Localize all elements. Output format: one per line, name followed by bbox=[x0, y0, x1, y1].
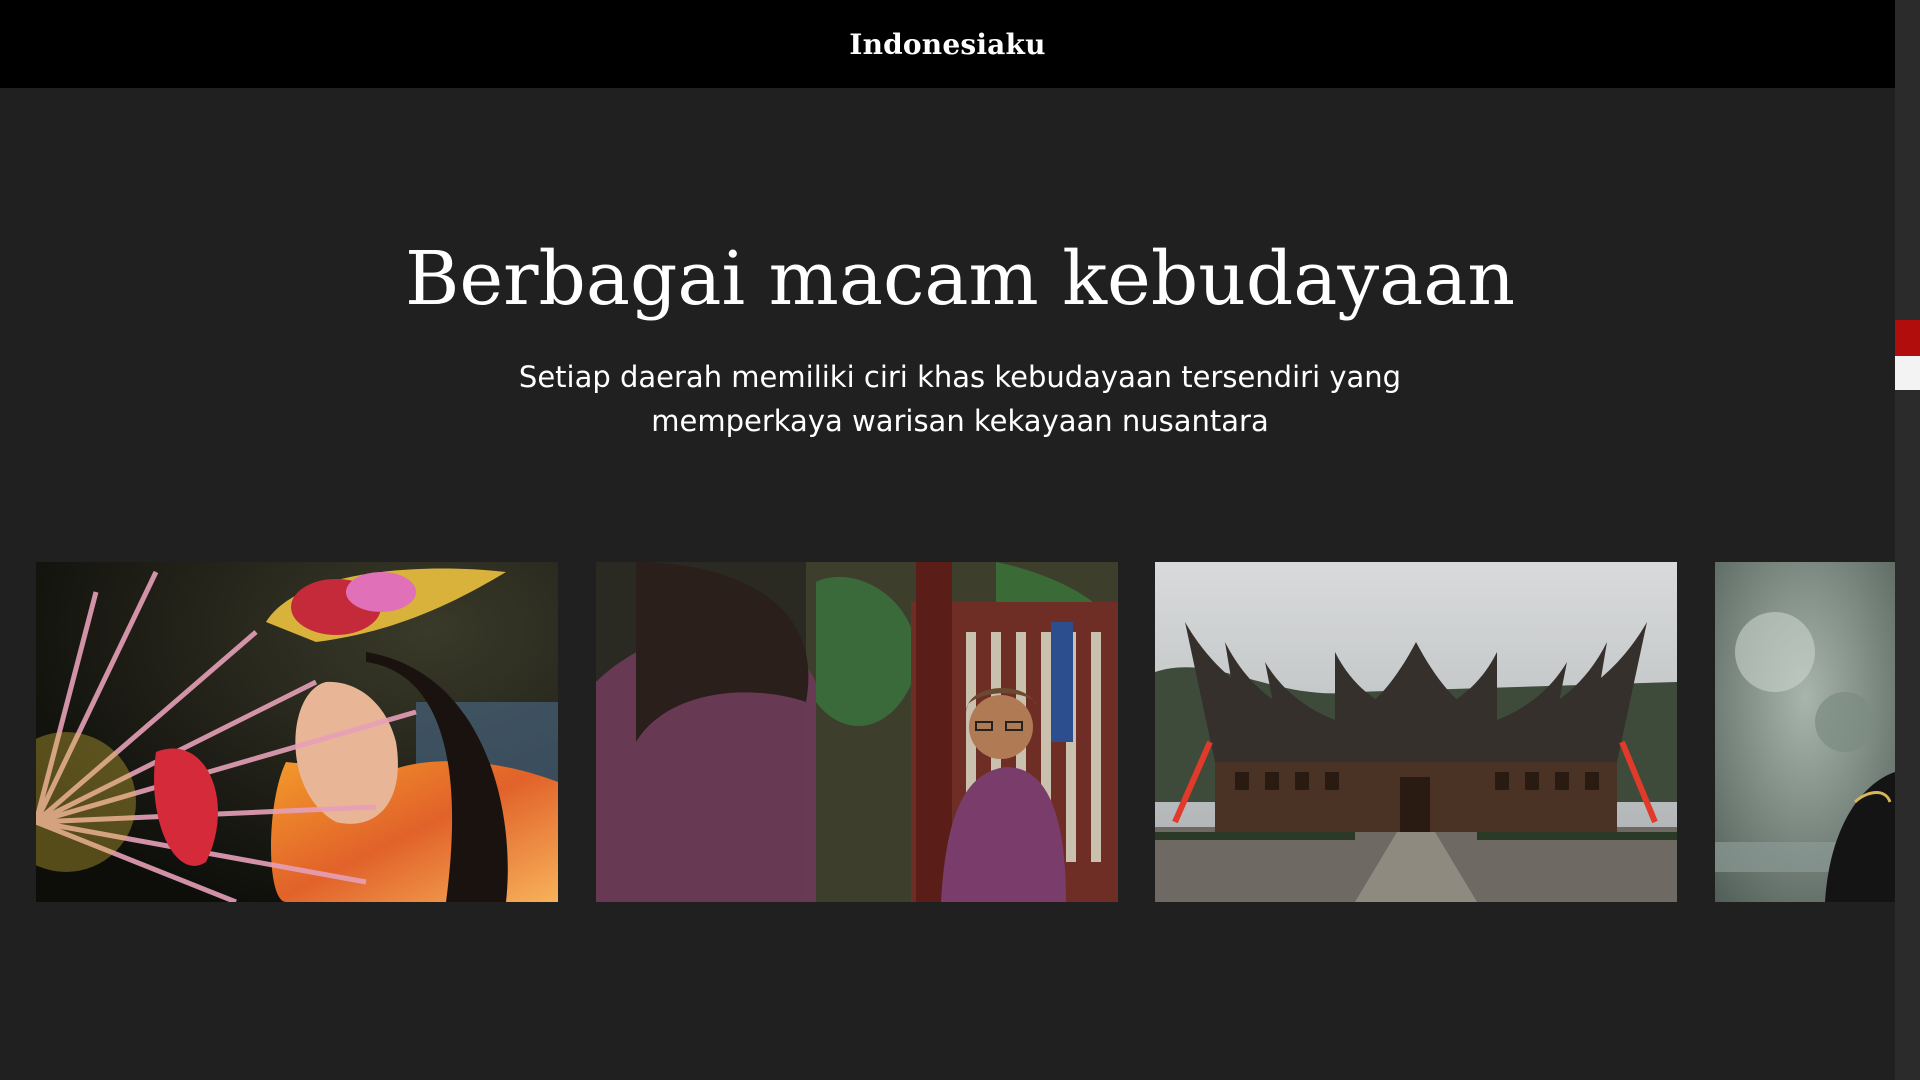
main-content: Indonesiaku Berbagai macam kebudayaan Se… bbox=[0, 0, 1895, 1080]
subtitle-line-2: memperkaya warisan kekayaan nusantara bbox=[651, 404, 1269, 438]
gallery-card-partial[interactable] bbox=[1715, 562, 1895, 902]
brand-logo-text[interactable]: Indonesiaku bbox=[849, 28, 1045, 61]
gallery-card-dancer[interactable] bbox=[36, 562, 558, 902]
section-title: Berbagai macam kebudayaan bbox=[404, 236, 1516, 322]
dancer-with-fan-photo bbox=[36, 562, 558, 902]
gallery-card-man[interactable] bbox=[596, 562, 1118, 902]
partial-portrait-photo bbox=[1715, 562, 1895, 902]
top-navbar: Indonesiaku bbox=[0, 0, 1895, 88]
rumah-gadang-photo bbox=[1155, 562, 1677, 902]
section-subtitle: Setiap daerah memiliki ciri khas kebuday… bbox=[460, 355, 1460, 443]
flag-red-stripe bbox=[1895, 320, 1920, 356]
flag-white-stripe bbox=[1895, 356, 1920, 390]
page-scrollbar[interactable] bbox=[1895, 0, 1920, 1080]
page: Indonesiaku Berbagai macam kebudayaan Se… bbox=[0, 0, 1920, 1080]
subtitle-line-1: Setiap daerah memiliki ciri khas kebuday… bbox=[518, 360, 1402, 394]
gallery-card-rumah-gadang[interactable] bbox=[1155, 562, 1677, 902]
man-in-traditional-attire-photo bbox=[596, 562, 1118, 902]
